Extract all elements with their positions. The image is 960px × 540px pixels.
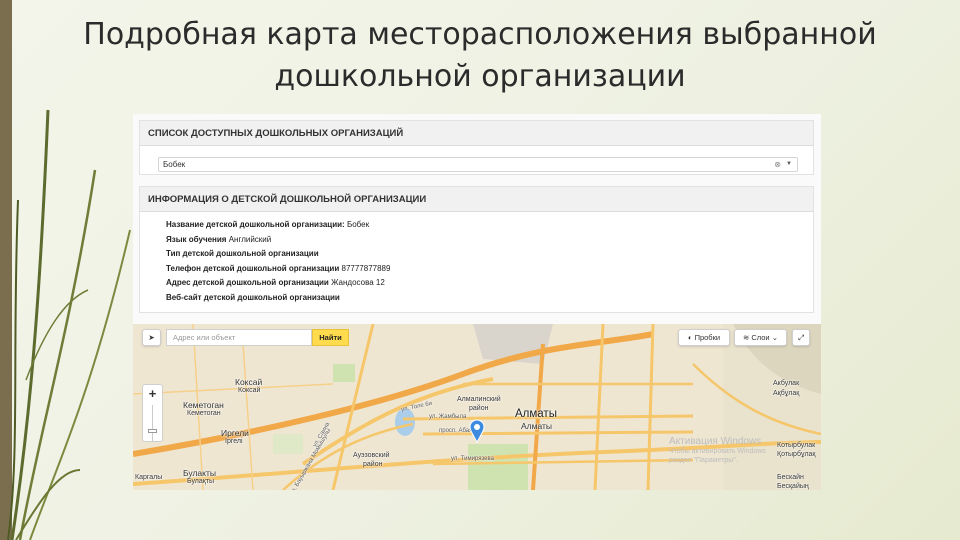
- map-label: Акбулак: [773, 380, 800, 387]
- fullscreen-icon[interactable]: ⤢: [792, 329, 810, 346]
- zoom-track: [152, 405, 153, 441]
- chevron-down-icon: ⌄: [771, 333, 779, 342]
- map-label: Іргелі: [225, 438, 243, 445]
- location-pin-icon[interactable]: [469, 419, 485, 443]
- map-label: Булақты: [187, 478, 215, 485]
- traffic-button[interactable]: ◐ Пробки: [678, 329, 730, 346]
- map[interactable]: ➤ Адрес или объект Найти ◐ Пробки ≋ Слои…: [133, 324, 821, 490]
- org-list-header: СПИСОК ДОСТУПНЫХ ДОШКОЛЬНЫХ ОРГАНИЗАЦИЙ: [140, 121, 813, 146]
- traffic-icon: ◐: [687, 333, 693, 342]
- map-label: район: [363, 461, 383, 468]
- map-label: Қотырбұлақ: [777, 451, 816, 458]
- map-label: Булакты: [183, 468, 216, 478]
- map-label: Коксай: [238, 387, 261, 394]
- map-label: Бескайн: [777, 474, 804, 481]
- info-row-language: Язык обучения Английский: [166, 234, 272, 244]
- clear-icon[interactable]: ⊗: [774, 158, 781, 171]
- map-label: Коксай: [235, 377, 263, 387]
- layers-button[interactable]: ≋ Слои ⌄: [734, 329, 787, 346]
- info-row-address: Адрес детской дошкольной организации Жан…: [166, 278, 385, 288]
- slide-title-line1: Подробная карта месторасположения выбран…: [83, 17, 877, 52]
- map-label: Алмалинский: [457, 396, 501, 403]
- map-find-button[interactable]: Найти: [312, 329, 349, 346]
- map-label: Кеметоган: [183, 400, 224, 410]
- slide-title: Подробная карта месторасположения выбран…: [40, 14, 920, 98]
- map-label: Котырбулак: [777, 442, 816, 449]
- info-row-type: Тип детской дошкольной организации: [166, 249, 319, 259]
- info-row-phone: Телефон детской дошкольной организации 8…: [166, 263, 391, 273]
- org-select[interactable]: Бобек ⊗ ▼: [158, 157, 798, 172]
- locate-icon[interactable]: ➤: [142, 329, 161, 346]
- layers-icon: ≋: [742, 333, 750, 342]
- map-label: Бесқайың: [777, 483, 809, 490]
- info-row-name: Название детской дошкольной организации:…: [166, 220, 370, 229]
- chevron-down-icon[interactable]: ▼: [786, 158, 792, 171]
- map-label: Ақбұлақ: [773, 390, 800, 397]
- street-label: просп. Абая: [439, 428, 473, 434]
- org-list-panel: СПИСОК ДОСТУПНЫХ ДОШКОЛЬНЫХ ОРГАНИЗАЦИЙ …: [139, 120, 814, 175]
- windows-activation-watermark: Активация Windows Чтобы активировать Win…: [669, 436, 766, 464]
- map-label: Каргалы: [135, 474, 163, 481]
- zoom-slider-handle[interactable]: [148, 429, 157, 433]
- map-label: Иргели: [221, 428, 249, 438]
- slide-title-line2: дошкольной организации: [274, 59, 686, 94]
- street-label: ул. Тимирязева: [451, 456, 494, 462]
- app-screenshot: СПИСОК ДОСТУПНЫХ ДОШКОЛЬНЫХ ОРГАНИЗАЦИЙ …: [133, 114, 821, 490]
- map-search-input[interactable]: Адрес или объект: [166, 329, 312, 346]
- map-label: Алматы: [521, 421, 553, 431]
- org-info-rows: Название детской дошкольной организации:…: [140, 212, 813, 306]
- map-label-city: Алматы: [515, 408, 557, 420]
- org-info-header: ИНФОРМАЦИЯ О ДЕТСКОЙ ДОШКОЛЬНОЙ ОРГАНИЗА…: [140, 187, 813, 212]
- info-row-website: Веб-сайт детской дошкольной организации: [166, 292, 340, 302]
- zoom-in-button[interactable]: +: [143, 386, 162, 401]
- map-label: Кеметоган: [187, 410, 221, 417]
- org-info-panel: ИНФОРМАЦИЯ О ДЕТСКОЙ ДОШКОЛЬНОЙ ОРГАНИЗА…: [139, 186, 814, 313]
- map-label: Ауэзовский: [353, 452, 390, 459]
- org-select-value: Бобек: [163, 160, 186, 169]
- zoom-control: +: [142, 384, 163, 442]
- map-label: район: [469, 405, 489, 412]
- street-label: ул. Жамбыла: [429, 414, 467, 420]
